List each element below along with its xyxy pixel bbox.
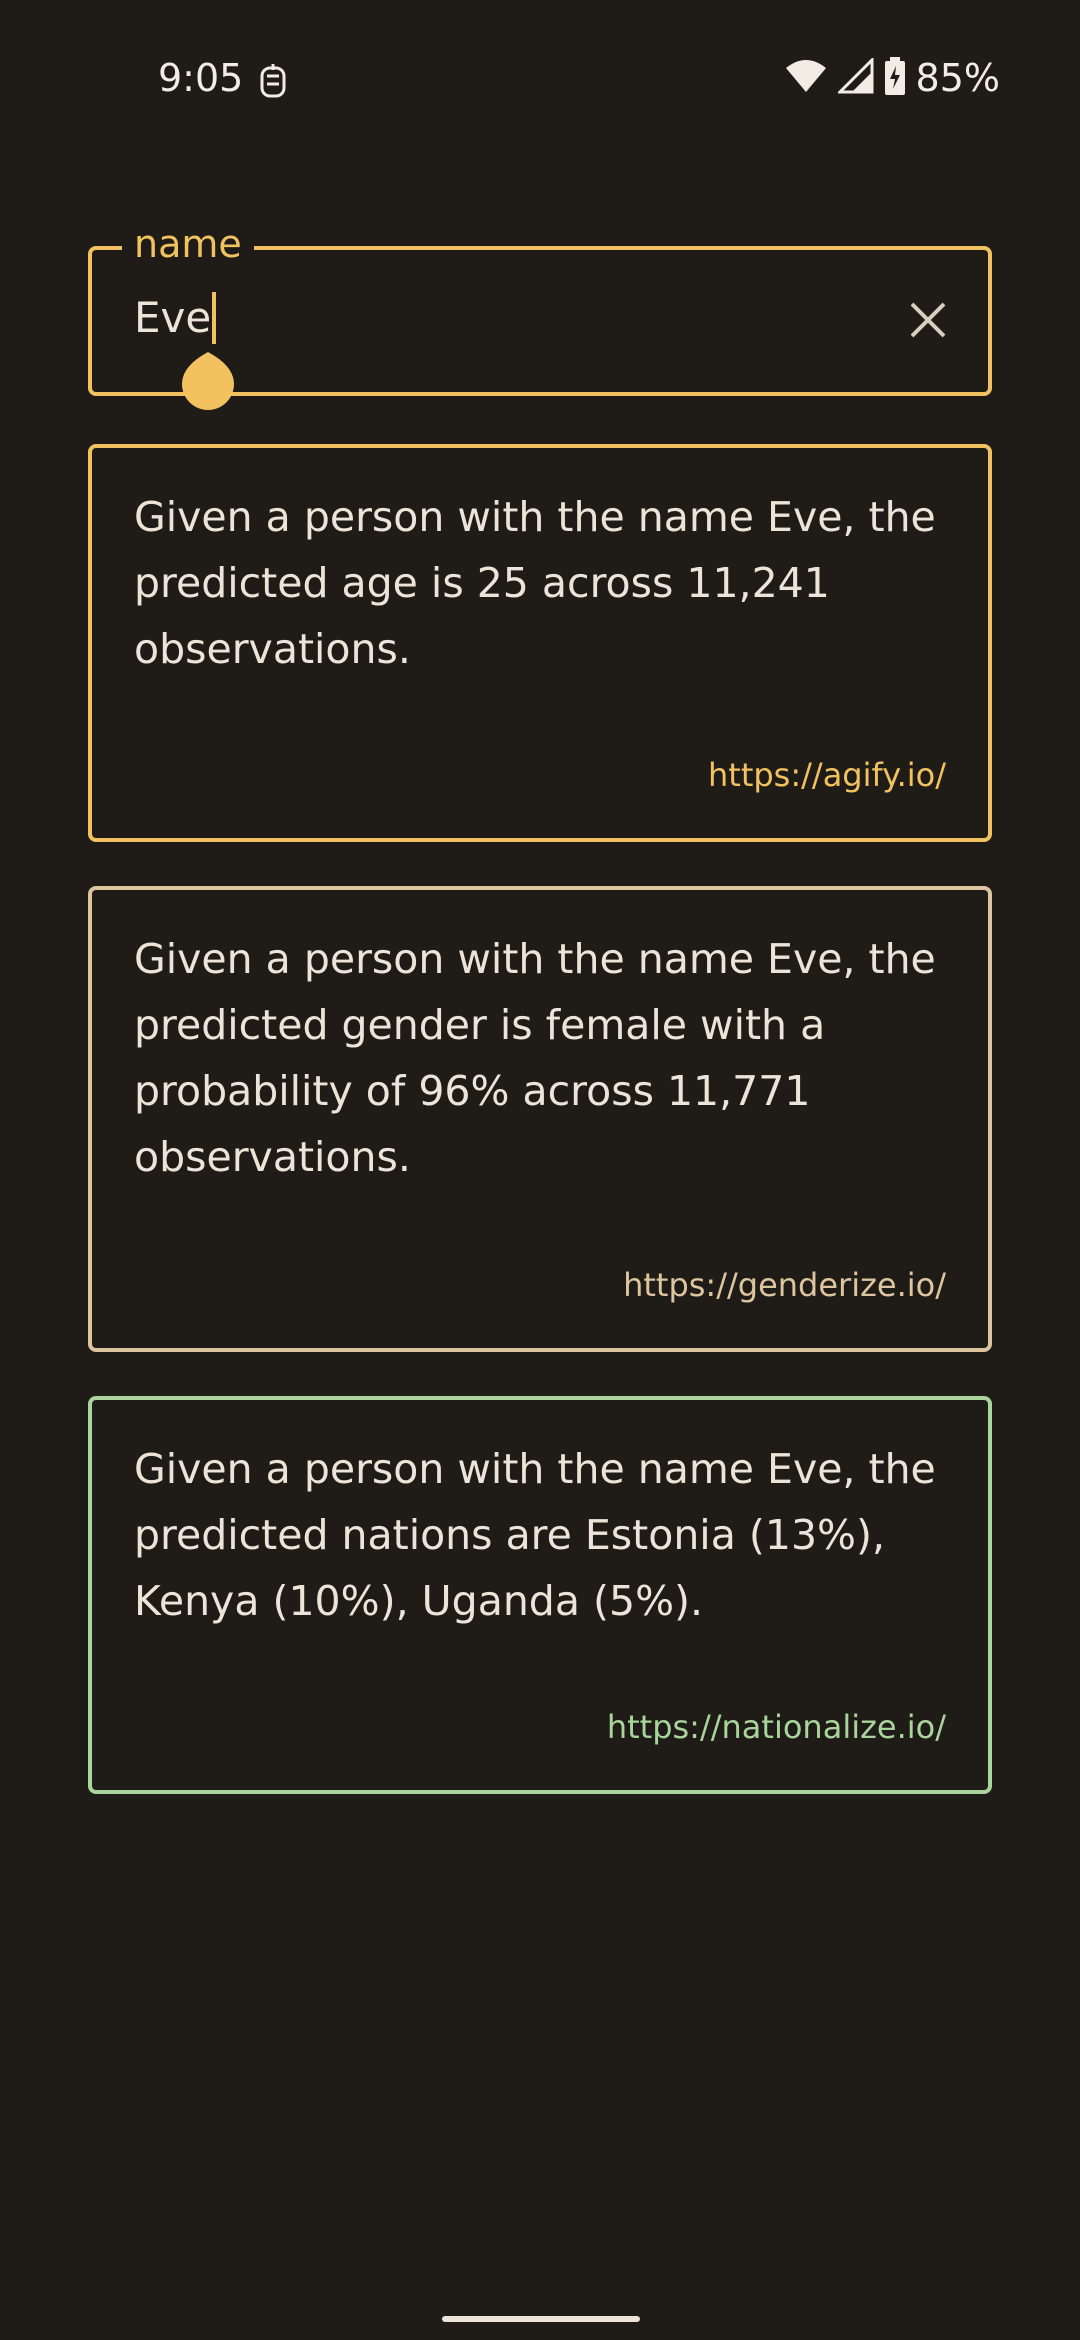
status-time: 9:05	[158, 56, 244, 100]
wifi-icon	[784, 58, 828, 98]
nationalize-link[interactable]: https://nationalize.io/	[607, 1708, 946, 1746]
close-icon	[908, 300, 948, 344]
age-result-card: Given a person with the name Eve, the pr…	[88, 444, 992, 842]
status-right-group: 85%	[784, 56, 1000, 100]
battery-percentage: 85%	[915, 56, 1000, 100]
nationality-result-card: Given a person with the name Eve, the pr…	[88, 1396, 992, 1794]
cellular-signal-icon	[835, 56, 874, 98]
name-input-field[interactable]: name Eve	[88, 216, 992, 410]
battery-charging-icon	[884, 57, 906, 99]
name-input-value: Eve	[134, 293, 212, 342]
status-bar: 9:05 85%	[0, 0, 1080, 110]
clear-button[interactable]	[904, 298, 952, 346]
cursor-handle[interactable]	[180, 346, 236, 410]
name-field-label: name	[122, 216, 254, 272]
agify-link[interactable]: https://agify.io/	[708, 756, 946, 794]
genderize-link[interactable]: https://genderize.io/	[623, 1266, 946, 1304]
notification-icon	[258, 62, 288, 100]
age-result-text: Given a person with the name Eve, the pr…	[134, 493, 936, 673]
gender-result-card: Given a person with the name Eve, the pr…	[88, 886, 992, 1352]
gesture-nav-handle[interactable]	[442, 2316, 640, 2322]
name-input[interactable]: Eve	[134, 286, 217, 350]
gender-result-text: Given a person with the name Eve, the pr…	[134, 935, 936, 1181]
nationality-result-text: Given a person with the name Eve, the pr…	[134, 1445, 936, 1625]
text-cursor	[212, 292, 217, 344]
